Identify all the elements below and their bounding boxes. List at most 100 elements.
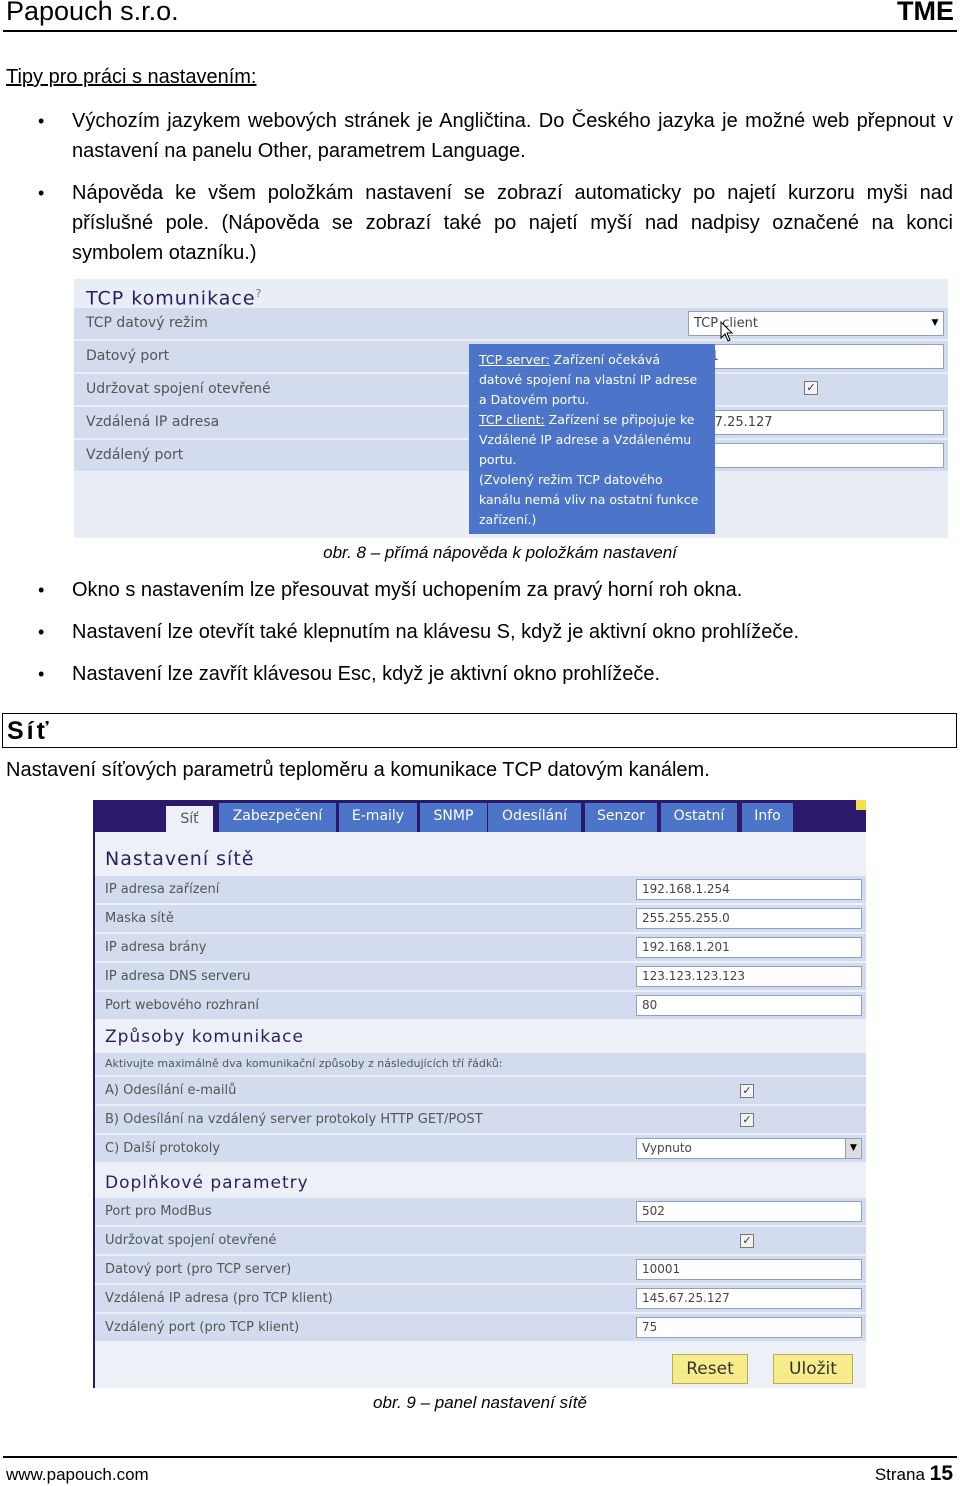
extra-title: Doplňkové parametry (105, 1173, 309, 1193)
checkbox[interactable]: ✓ (740, 1234, 754, 1248)
setting-row-maska-site: Maska sítě 255.255.255.0 (95, 905, 866, 932)
text-field[interactable]: 145.67.25.127 (636, 1288, 862, 1309)
setting-row-ip-adresa-zarizeni: IP adresa zařízení 192.168.1.254 (95, 876, 866, 903)
setting-row-vzdalena-ip-adresa-pro-tcp-klient: Vzdálená IP adresa (pro TCP klient) 145.6… (95, 1285, 866, 1312)
save-button[interactable]: Uložit (773, 1354, 853, 1384)
field-value: 80 (642, 998, 658, 1012)
company-name: Papouch s.r.o. (6, 0, 179, 26)
setting-label: Port pro ModBus (105, 1204, 212, 1219)
tip-bullet: Nápověda ke všem položkám nastavení se z… (38, 178, 953, 268)
setting-label: Vzdálená IP adresa (86, 414, 220, 430)
chevron-down-icon[interactable]: ▼ (927, 312, 943, 335)
tab-info[interactable]: Info (742, 803, 793, 832)
setting-row-tcp-datovy-rezim: TCP datový režim TCP client ▼ (74, 308, 948, 339)
setting-label: IP adresa brány (105, 940, 207, 955)
field-value: 192.168.1.201 (642, 940, 730, 954)
footer-divider (3, 1456, 957, 1458)
figure-8-caption: obr. 8 – přímá nápověda k položkám nasta… (323, 543, 677, 562)
select-field[interactable]: Vypnuto ▼ (636, 1138, 862, 1159)
checkbox[interactable]: ✓ (740, 1113, 754, 1127)
setting-label: TCP datový režim (86, 315, 208, 331)
text-field[interactable]: 192.168.1.254 (636, 879, 862, 900)
setting-label: Datový port (pro TCP server) (105, 1262, 292, 1277)
field-value: 75 (642, 1320, 658, 1334)
header-divider (3, 30, 957, 32)
page-number-value: 15 (929, 1462, 953, 1485)
tab-senzor[interactable]: Senzor (585, 803, 657, 832)
setting-row-ip-adresa-brany: IP adresa brány 192.168.1.201 (95, 934, 866, 961)
tooltip-server-label: TCP server: (479, 352, 550, 367)
text-field[interactable]: 255.255.255.0 (636, 908, 862, 929)
tab-snmp[interactable]: SNMP (420, 803, 487, 832)
page-number: Strana 15 (875, 1462, 953, 1486)
setting-label: Vzdálený port (pro TCP klient) (105, 1320, 300, 1335)
reset-button[interactable]: Reset (672, 1354, 748, 1384)
footer-url[interactable]: www.papouch.com (6, 1465, 149, 1485)
setting-row-b-odesilani-na-vzdaleny-server-protokoly-http-get-post: B) Odesílání na vzdálený server protokol… (95, 1106, 866, 1133)
section-heading-sit: Síť (2, 713, 957, 748)
setting-label: IP adresa zařízení (105, 882, 220, 897)
comm-note: Aktivujte maximálně dva komunikační způs… (95, 1053, 866, 1075)
figure-tcp-komunikace: TCP komunikace? TCP datový režim TCP clie… (74, 279, 948, 538)
fig8-title: TCP komunikace? (74, 279, 948, 310)
setting-label: Udržovat spojení otevřené (105, 1233, 277, 1248)
setting-label: Datový port (86, 348, 170, 364)
page-label: Strana (874, 1465, 925, 1484)
help-tooltip: TCP server: Zařízení očekává datové spoj… (469, 344, 715, 534)
tooltip-client-label: TCP client: (479, 412, 545, 427)
setting-row-vzdaleny-port-pro-tcp-klient: Vzdálený port (pro TCP klient) 75 (95, 1314, 866, 1341)
text-field[interactable]: 10001 (636, 1259, 862, 1280)
settings-title: Nastavení sítě (105, 848, 255, 870)
tab-odesilani[interactable]: Odesílání (488, 803, 581, 832)
setting-label: B) Odesílání na vzdálený server protokol… (105, 1112, 483, 1127)
checkbox[interactable]: ✓ (804, 381, 818, 395)
text-field[interactable]: 123.123.123.123 (636, 966, 862, 987)
setting-label: Port webového rozhraní (105, 998, 259, 1013)
drag-handle[interactable] (856, 800, 866, 810)
setting-row-a-odesilani-e-mailu: A) Odesílání e-mailů ✓ (95, 1077, 866, 1104)
text-field[interactable]: 75 (636, 1317, 862, 1338)
setting-label: Vzdálený port (86, 447, 184, 463)
field-value: Vypnuto (642, 1141, 692, 1155)
setting-row-datovy-port-pro-tcp-server: Datový port (pro TCP server) 10001 (95, 1256, 866, 1283)
setting-label: Maska sítě (105, 911, 174, 926)
tab-zabezpeceni[interactable]: Zabezpečení (219, 803, 336, 832)
tab-ostatni[interactable]: Ostatní (661, 803, 737, 832)
setting-label: IP adresa DNS serveru (105, 969, 251, 984)
checkbox[interactable]: ✓ (740, 1084, 754, 1098)
figure-9-caption: obr. 9 – panel nastavení sítě (373, 1393, 587, 1412)
field-value: 502 (642, 1204, 665, 1218)
figure-network-settings: Síť Zabezpečení E-maily SNMP Odesílání Senzor… (93, 800, 866, 1388)
setting-row-port-weboveho-rozhrani: Port webového rozhraní 80 (95, 992, 866, 1019)
setting-label: Udržovat spojení otevřené (86, 381, 271, 397)
text-field[interactable]: 502 (636, 1201, 862, 1222)
setting-row-ip-adresa-dns-serveru: IP adresa DNS serveru 123.123.123.123 (95, 963, 866, 990)
tab-e-maily[interactable]: E-maily (339, 803, 417, 832)
field-value: 10001 (642, 1262, 681, 1276)
tip-bullet: Okno s nastavením lze přesouvat myší uch… (38, 575, 953, 605)
help-mark[interactable]: ? (256, 287, 263, 300)
tips-heading: Tipy pro práci s nastavením: (6, 66, 257, 88)
field-value: 192.168.1.254 (642, 882, 730, 896)
setting-row-udrzovat-spojeni-otevrene: Udržovat spojení otevřené ✓ (95, 1227, 866, 1254)
setting-row-c-dalsi-protokoly: C) Další protokoly Vypnuto ▼ (95, 1135, 866, 1162)
tab-bar: Síť Zabezpečení E-maily SNMP Odesílání Senzor… (95, 800, 866, 832)
mouse-cursor-icon (720, 321, 734, 342)
tooltip-note: (Zvolený režim TCP datového kanálu nemá … (479, 472, 699, 527)
tip-bullet: Nastavení lze otevřít také klepnutím na … (38, 617, 953, 647)
chevron-down-icon[interactable]: ▼ (845, 1139, 861, 1158)
text-field[interactable]: 80 (636, 995, 862, 1016)
fig8-title-text: TCP komunikace (86, 287, 256, 310)
field-value: 123.123.123.123 (642, 969, 746, 983)
setting-label: A) Odesílání e-mailů (105, 1083, 237, 1098)
comm-title: Způsoby komunikace (105, 1027, 304, 1047)
setting-label: Vzdálená IP adresa (pro TCP klient) (105, 1291, 333, 1306)
text-field[interactable] (688, 443, 944, 468)
text-field[interactable]: 001 (688, 344, 944, 369)
tab-sit[interactable]: Síť (166, 806, 213, 832)
text-field[interactable]: 192.168.1.201 (636, 937, 862, 958)
field-value: 255.255.255.0 (642, 911, 730, 925)
setting-label: C) Další protokoly (105, 1141, 221, 1156)
field-value: 145.67.25.127 (642, 1291, 730, 1305)
text-field[interactable]: 5.67.25.127 (688, 410, 944, 435)
